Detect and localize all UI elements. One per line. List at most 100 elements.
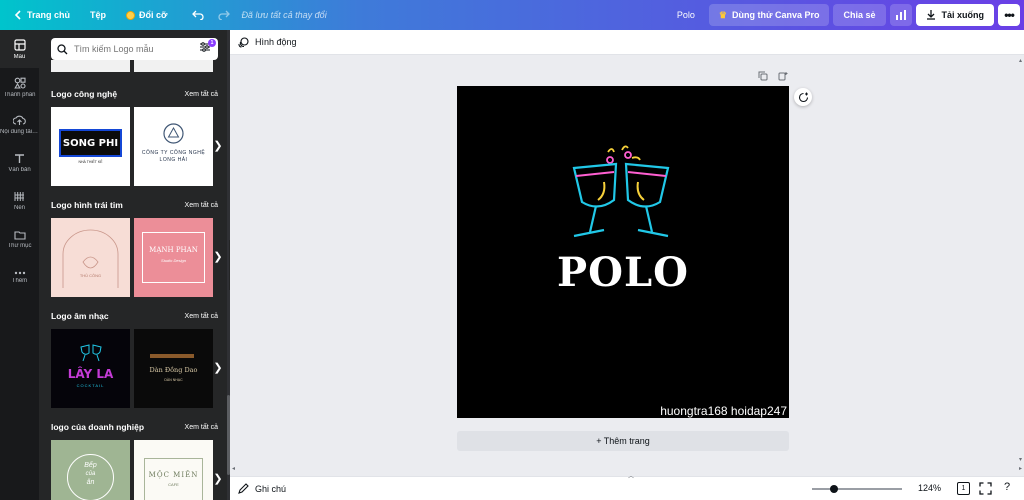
undo-icon [192, 10, 205, 20]
template-thumbnail[interactable]: MẠNH PHAN Studio Design [134, 218, 213, 297]
more-dots-icon: ••• [1004, 8, 1015, 22]
share-button[interactable]: Chia sẻ [833, 4, 886, 26]
scroll-left-icon[interactable]: ◂ [232, 465, 235, 472]
section-title: Logo công nghệ [51, 89, 118, 99]
page-tools [758, 71, 788, 81]
background-icon [14, 192, 24, 201]
more-icon [14, 271, 25, 274]
share-label: Chia sẻ [843, 10, 876, 20]
template-thumbnail[interactable]: MỘC MIÊN CAFE [134, 440, 213, 500]
more-options-button[interactable]: ••• [998, 4, 1020, 26]
bottom-bar: ︿ Ghi chú 124% 1 ? [230, 474, 1024, 500]
text-icon [15, 154, 24, 163]
template-thumbnail[interactable] [51, 60, 130, 72]
rail-item-uploads[interactable]: Nội dung tải lên [0, 106, 39, 144]
design-heading[interactable]: POLO [457, 249, 789, 296]
thumb-text: MỘC MIÊN [148, 471, 199, 479]
add-comment-button[interactable] [794, 88, 812, 106]
help-button[interactable]: ? [1004, 481, 1010, 493]
search-box[interactable]: 1 [51, 38, 218, 60]
resize-button[interactable]: Đổi cỡ [118, 3, 175, 27]
try-pro-button[interactable]: ♛ Dùng thử Canva Pro [708, 4, 830, 26]
triangle-logo [163, 123, 184, 144]
guitar-logo [150, 354, 194, 358]
design-page[interactable]: POLO huongtra168 hoidap247 [457, 86, 789, 418]
scroll-down-icon[interactable]: ▾ [1019, 456, 1022, 463]
chevron-right-icon[interactable]: ❯ [210, 137, 226, 153]
templates-panel: 1 Logo công nghệ Xem tất cả SONG PHI NHÀ… [39, 30, 230, 500]
folder-icon [13, 230, 26, 240]
rail-label: Thư mục [7, 242, 32, 249]
thumb-text: SONG PHI [62, 137, 119, 149]
chevron-right-icon[interactable]: ❯ [210, 359, 226, 375]
thumb-text: của [85, 471, 96, 477]
save-status: Đã lưu tất cả thay đổi [241, 10, 327, 20]
home-label: Trang chủ [27, 10, 71, 20]
template-thumbnail[interactable]: Bếp của ăn [51, 440, 130, 500]
zoom-value[interactable]: 124% [918, 483, 941, 493]
rail-label: Thành phần [3, 91, 36, 98]
notes-button[interactable]: Ghi chú [238, 483, 286, 494]
see-all-link[interactable]: Xem tất cả [185, 424, 218, 431]
rail-item-background[interactable]: Nền [0, 182, 39, 220]
duplicate-page-icon[interactable] [758, 71, 768, 81]
template-thumbnail[interactable] [134, 60, 213, 72]
zoom-slider-knob[interactable] [829, 485, 838, 493]
template-thumbnail[interactable]: LÂY LA COCKTAIL [51, 329, 130, 408]
left-rail: Mẫu Thành phần Nội dung tải lên Văn bản … [0, 30, 39, 500]
design-title[interactable]: Polo [677, 10, 695, 20]
template-thumbnail[interactable]: THỦ CÔNG [51, 218, 130, 297]
elements-icon [13, 77, 26, 89]
animate-button[interactable]: Hình động [238, 36, 297, 48]
section-title: logo của doanh nghiệp [51, 422, 145, 432]
rail-item-templates[interactable]: Mẫu [0, 30, 39, 68]
add-page-button[interactable]: + Thêm trang [457, 431, 789, 451]
download-icon [926, 10, 935, 20]
section-music-logos: Logo âm nhạc Xem tất cả LÂY LA COCKTAIL … [51, 309, 223, 408]
thumb-text: MẠNH PHAN [149, 246, 198, 254]
rail-item-text[interactable]: Văn bản [0, 144, 39, 182]
page-count-button[interactable]: 1 [957, 482, 970, 495]
fullscreen-icon [979, 482, 992, 495]
see-all-link[interactable]: Xem tất cả [185, 91, 218, 98]
scroll-right-icon[interactable]: ▸ [1019, 465, 1022, 472]
add-page-icon[interactable] [778, 71, 788, 81]
thumb-text: Dàn Đồng Dao [149, 366, 198, 374]
chevron-right-icon[interactable]: ❯ [210, 248, 226, 264]
redo-button[interactable] [213, 4, 235, 26]
chevron-up-icon[interactable]: ︿ [626, 471, 636, 480]
zoom-slider[interactable] [812, 485, 902, 493]
thumb-subtext: CAFE [168, 482, 179, 487]
scroll-up-icon[interactable]: ▴ [1019, 57, 1022, 64]
rail-item-more[interactable]: Thêm [0, 258, 39, 296]
vertical-scrollbar[interactable]: ▴ ▾ [1015, 55, 1024, 465]
download-button[interactable]: Tải xuống [915, 4, 994, 26]
section-title: Logo âm nhạc [51, 311, 109, 321]
chevron-left-icon [14, 10, 21, 20]
see-all-link[interactable]: Xem tất cả [185, 202, 218, 209]
template-thumbnail[interactable]: SONG PHI NHÀ THIẾT KẾ [51, 107, 130, 186]
filter-button[interactable]: 1 [199, 39, 216, 55]
template-thumbnail[interactable]: CÔNG TY CÔNG NGHỆ LONG HẢI [134, 107, 213, 186]
canvas-area: POLO huongtra168 hoidap247 + Thêm trang … [230, 55, 1024, 475]
resize-label: Đổi cỡ [139, 10, 168, 20]
chevron-right-icon[interactable]: ❯ [210, 470, 226, 486]
top-bar: Trang chủ Tệp Đổi cỡ Đã lưu tất cả thay … [0, 0, 1024, 30]
rail-item-elements[interactable]: Thành phần [0, 68, 39, 106]
section-heart-logos: Logo hình trái tim Xem tất cả THỦ CÔNG M… [51, 198, 223, 297]
thumb-text: THỦ CÔNG [79, 273, 102, 278]
thumb-subtext: NHÀ THIẾT KẾ [78, 160, 103, 164]
see-all-link[interactable]: Xem tất cả [185, 313, 218, 320]
fullscreen-button[interactable] [979, 482, 992, 498]
section-business-logos: logo của doanh nghiệp Xem tất cả Bếp của… [51, 420, 223, 500]
thumb-text: LÂY LA [67, 367, 114, 381]
insights-button[interactable] [889, 4, 912, 26]
template-thumbnail[interactable]: Dàn Đồng Dao DÀN NHẠC [134, 329, 213, 408]
home-button[interactable]: Trang chủ [6, 3, 78, 27]
neon-glasses-logo [80, 344, 102, 362]
search-icon [57, 43, 68, 54]
file-menu[interactable]: Tệp [82, 3, 114, 27]
undo-button[interactable] [187, 4, 209, 26]
search-input[interactable] [74, 44, 192, 54]
rail-item-folders[interactable]: Thư mục [0, 220, 39, 258]
